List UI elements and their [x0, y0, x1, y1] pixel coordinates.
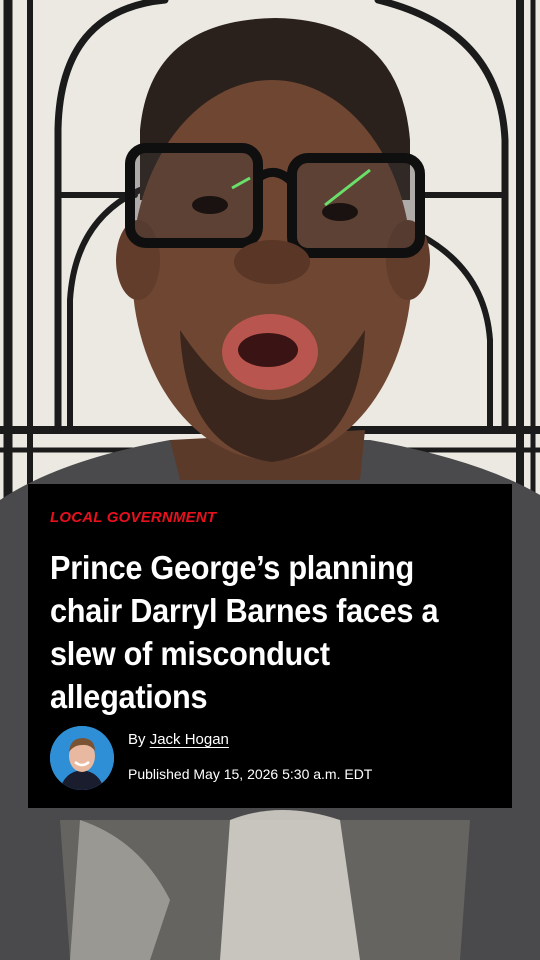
byline: By Jack Hogan [128, 730, 229, 750]
author-avatar [50, 726, 114, 790]
byline-row: By Jack Hogan Published May 15, 2026 5:3… [50, 726, 490, 790]
background-video-frame [0, 0, 540, 960]
section-kicker[interactable]: LOCAL GOVERNMENT [50, 508, 490, 528]
article-headline[interactable]: Prince George’s planning chair Darryl Ba… [50, 546, 459, 718]
author-link[interactable]: Jack Hogan [150, 731, 229, 748]
byline-prefix: By [128, 731, 146, 748]
article-card[interactable]: LOCAL GOVERNMENT Prince George’s plannin… [28, 484, 512, 808]
presenter-face [116, 18, 430, 480]
author-headshot-icon [50, 726, 114, 790]
published-timestamp: Published May 15, 2026 5:30 a.m. EDT [128, 766, 373, 782]
